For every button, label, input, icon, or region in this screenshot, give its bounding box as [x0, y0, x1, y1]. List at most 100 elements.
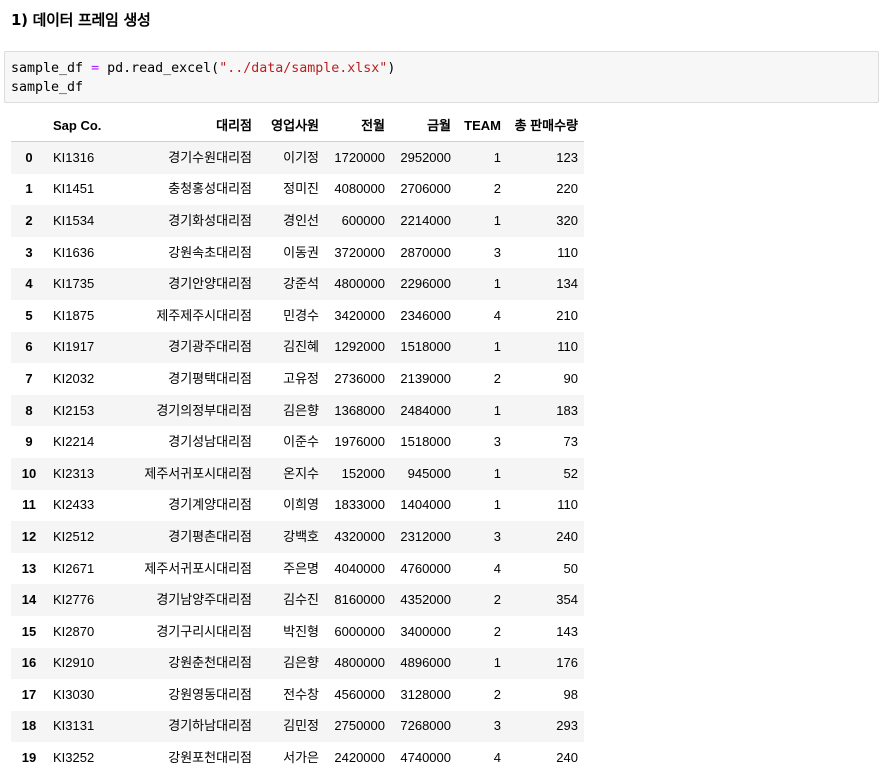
cell-team: 1	[493, 655, 501, 671]
cell-branch: 경기성남대리점	[168, 434, 252, 450]
table-row: 12 KI2512 경기평촌대리점 강백호 4320000 2312000 3 240	[11, 521, 584, 553]
cell-total-qty: 110	[557, 339, 578, 355]
cell-branch: 경기수원대리점	[168, 149, 252, 165]
cell-sap-co: KI2032	[53, 370, 95, 386]
cell-total-qty: 98	[563, 686, 578, 702]
cell-prev-month: 8160000	[334, 592, 385, 608]
cell-total-qty: 320	[556, 212, 578, 228]
row-index: 9	[25, 434, 33, 450]
cell-salesperson: 김은향	[283, 402, 319, 418]
cell-total-qty: 50	[563, 560, 578, 576]
cell-team: 3	[493, 528, 501, 544]
row-index: 19	[21, 750, 37, 766]
table-row: 6 KI1917 경기광주대리점 김진혜 1292000 1518000 1 110	[11, 331, 584, 364]
cell-sap-co: KI2671	[53, 560, 95, 576]
cell-salesperson: 이기정	[283, 149, 319, 165]
cell-salesperson: 서가은	[283, 750, 319, 766]
cell-this-month: 4352000	[400, 592, 451, 608]
cell-branch: 경기안양대리점	[168, 276, 252, 292]
cell-salesperson: 이동권	[283, 244, 319, 260]
row-index: 0	[25, 149, 33, 165]
cell-this-month: 2312000	[400, 528, 451, 544]
cell-sap-co: KI2433	[53, 497, 95, 513]
cell-this-month: 2952000	[400, 149, 451, 165]
table-row: 3 KI1636 강원속초대리점 이동권 3720000 2870000 3 110	[11, 236, 584, 269]
cell-team: 1	[493, 497, 501, 513]
cell-prev-month: 1976000	[334, 434, 385, 450]
row-index: 11	[22, 497, 36, 513]
cell-total-qty: 210	[556, 307, 578, 323]
cell-prev-month: 4040000	[334, 560, 385, 576]
table-row: 18 KI3131 경기하남대리점 김민정 2750000 7268000 3 293	[11, 710, 584, 743]
table-row: 4 KI1735 경기안양대리점 강준석 4800000 2296000 1 134	[11, 268, 584, 300]
code-output-variable: sample_df	[11, 80, 84, 95]
cell-this-month: 2139000	[400, 370, 451, 386]
cell-branch: 강원춘천대리점	[168, 655, 252, 671]
cell-salesperson: 김진혜	[283, 339, 319, 355]
table-row: 14 KI2776 경기남양주대리점 김수진 8160000 4352000 2 354	[11, 584, 584, 616]
cell-sap-co: KI3131	[53, 718, 95, 734]
cell-prev-month: 2420000	[334, 750, 385, 766]
cell-this-month: 945000	[407, 465, 451, 481]
cell-total-qty: 143	[556, 623, 578, 639]
cell-this-month: 4740000	[400, 750, 451, 766]
cell-prev-month: 152000	[341, 465, 385, 481]
cell-prev-month: 1833000	[334, 497, 385, 513]
cell-sap-co: KI2313	[53, 465, 95, 481]
table-row: 5 KI1875 제주제주시대리점 민경수 3420000 2346000 4 210	[11, 299, 584, 332]
cell-team: 2	[493, 623, 501, 639]
cell-prev-month: 4560000	[334, 686, 385, 702]
row-index: 2	[25, 212, 33, 228]
cell-this-month: 2214000	[400, 212, 451, 228]
cell-salesperson: 강백호	[283, 528, 319, 544]
column-header-sap-co: Sap Co.	[47, 111, 122, 142]
cell-this-month: 2870000	[400, 244, 451, 260]
cell-branch: 경기의정부대리점	[156, 402, 252, 418]
cell-team: 2	[493, 686, 501, 702]
cell-this-month: 4760000	[400, 560, 451, 576]
cell-salesperson: 전수창	[283, 686, 319, 702]
cell-team: 3	[493, 244, 501, 260]
row-index: 1	[25, 181, 33, 197]
table-row: 0 KI1316 경기수원대리점 이기정 1720000 2952000 1 123	[11, 141, 584, 174]
table-header-row: Sap Co. 대리점 영업사원 전월 금월 TEAM 총 판매수량	[11, 111, 584, 142]
cell-branch: 제주서귀포시대리점	[144, 465, 252, 481]
cell-total-qty: 73	[563, 434, 578, 450]
cell-prev-month: 3420000	[334, 307, 385, 323]
cell-branch: 경기평택대리점	[168, 370, 252, 386]
cell-salesperson: 주은명	[283, 560, 319, 576]
column-header-total-qty: 총 판매수량	[507, 111, 584, 142]
column-header-branch: 대리점	[122, 111, 258, 142]
column-header-team: TEAM	[457, 111, 507, 142]
table-row: 19 KI3252 강원포천대리점 서가은 2420000 4740000 4 240	[11, 742, 584, 774]
table-row: 11 KI2433 경기계양대리점 이희영 1833000 1404000 1 110	[11, 489, 584, 522]
cell-branch: 충청홍성대리점	[168, 181, 252, 197]
cell-team: 2	[493, 370, 501, 386]
row-index: 7	[25, 370, 33, 386]
cell-prev-month: 4800000	[334, 276, 385, 292]
column-header-this-month: 금월	[391, 111, 457, 142]
row-index: 4	[25, 276, 33, 292]
cell-sap-co: KI1735	[53, 276, 95, 292]
table-row: 7 KI2032 경기평택대리점 고유정 2736000 2139000 2 90	[11, 363, 584, 395]
cell-branch: 경기남양주대리점	[156, 592, 252, 608]
row-index: 6	[25, 339, 33, 355]
cell-total-qty: 110	[557, 497, 578, 513]
cell-sap-co: KI2776	[53, 592, 95, 608]
cell-prev-month: 1368000	[334, 402, 385, 418]
cell-team: 1	[493, 212, 501, 228]
cell-total-qty: 110	[557, 244, 578, 260]
column-header-salesperson: 영업사원	[258, 111, 325, 142]
cell-salesperson: 박진형	[283, 623, 319, 639]
code-cell[interactable]: sample_df = pd.read_excel("../data/sampl…	[4, 51, 879, 103]
cell-this-month: 2484000	[400, 402, 451, 418]
cell-salesperson: 고유정	[283, 370, 319, 386]
table-row: 2 KI1534 경기화성대리점 경인선 600000 2214000 1 320	[11, 205, 584, 237]
cell-team: 3	[493, 718, 501, 734]
cell-salesperson: 김민정	[283, 718, 319, 734]
column-header-prev-month: 전월	[325, 111, 391, 142]
cell-team: 2	[493, 181, 501, 197]
cell-total-qty: 90	[563, 370, 578, 386]
section-heading: 1) 데이터 프레임 생성	[11, 11, 151, 29]
cell-total-qty: 52	[563, 465, 578, 481]
